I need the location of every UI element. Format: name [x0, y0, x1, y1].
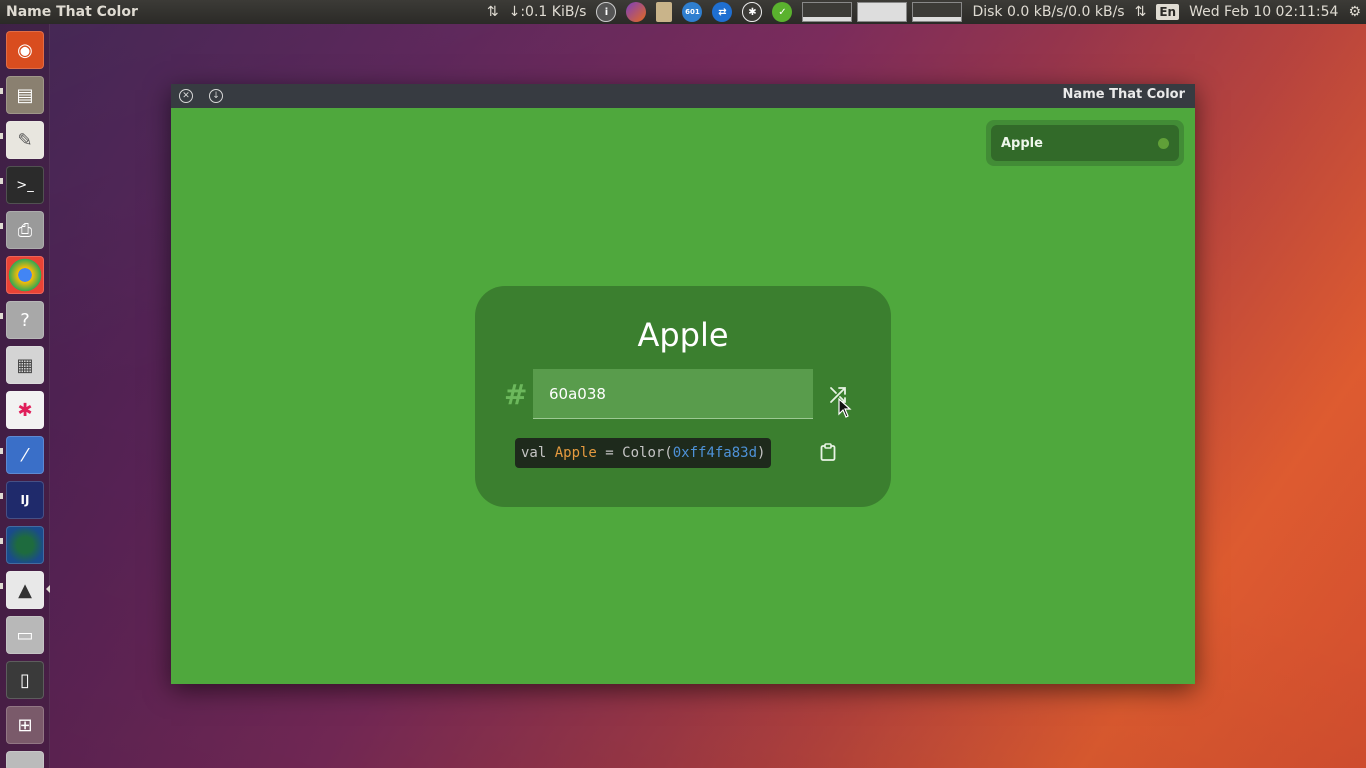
files-icon[interactable]: ▤ — [6, 76, 44, 114]
running-indicator — [0, 493, 3, 499]
inkscape-icon[interactable]: ▲ — [6, 571, 44, 609]
clipboard-copy-icon[interactable] — [817, 441, 839, 463]
hash-icon: # — [504, 378, 528, 411]
chrome-icon[interactable] — [6, 256, 44, 294]
name-that-color-window: ✕ ↓ Name That Color Apple Apple # val Ap… — [171, 84, 1195, 684]
running-indicator — [0, 223, 3, 229]
power-gear-icon[interactable]: ⚙ — [1343, 0, 1366, 24]
workspace-switcher-icon[interactable]: ⊞ — [6, 706, 44, 744]
kotlin-code-snippet: val Apple = Color(0xff4fa83d) — [515, 438, 772, 468]
running-indicator — [0, 88, 3, 94]
disk-graph[interactable] — [907, 0, 967, 24]
slack-tray-icon[interactable]: ✱ — [737, 0, 767, 24]
weather-icon[interactable]: 601 — [677, 0, 707, 24]
teamviewer-icon[interactable]: ⇄ — [707, 0, 737, 24]
mouse-cursor-icon — [838, 398, 852, 418]
transfer-arrows-icon[interactable]: ⇅ — [1130, 0, 1152, 24]
recent-color-label: Apple — [1001, 135, 1043, 151]
code-close-paren: ) — [757, 445, 766, 461]
running-indicator — [0, 313, 3, 319]
calculator-icon[interactable]: ▦ — [6, 346, 44, 384]
printer-icon[interactable]: ⎙ — [6, 211, 44, 249]
net-speed-indicator[interactable]: ↓:0.1 KiB/s — [504, 0, 592, 24]
memory-graph[interactable] — [857, 0, 908, 24]
clipboard-icon[interactable] — [651, 0, 677, 24]
window-titlebar: ✕ ↓ Name That Color — [171, 84, 1195, 108]
code-color-name: Apple — [554, 445, 597, 461]
network-arrows-icon[interactable]: ⇅ — [482, 0, 504, 24]
intellij-idea-icon[interactable]: IJ — [6, 481, 44, 519]
text-editor-icon[interactable]: ✎ — [6, 121, 44, 159]
web-browser-icon[interactable] — [6, 526, 44, 564]
active-app-title: Name That Color — [6, 4, 138, 20]
indicator-area: ⇅ ↓:0.1 KiB/s i 601 ⇄ ✱ ✓ Disk 0.0 kB/s/… — [482, 0, 1366, 24]
android-device-icon[interactable]: ▯ — [6, 661, 44, 699]
terminal-icon[interactable]: >_ — [6, 166, 44, 204]
unity-launcher: ◉ ▤ ✎ >_ ⎙ ? ▦ ✱ ⁄ IJ ▲ ▭ ▯ ⊞ — [0, 24, 50, 768]
hex-input[interactable] — [533, 369, 813, 419]
minimize-icon[interactable]: ↓ — [209, 89, 223, 103]
disk-icon[interactable]: ▭ — [6, 616, 44, 654]
running-indicator — [0, 178, 3, 184]
close-icon[interactable]: ✕ — [179, 89, 193, 103]
trash-icon[interactable] — [6, 751, 44, 768]
ubuntu-dash-icon[interactable]: ◉ — [6, 31, 44, 69]
help-icon[interactable]: ? — [6, 301, 44, 339]
focused-indicator — [46, 585, 50, 593]
recent-color-swatch — [1158, 137, 1169, 149]
window-title: Name That Color — [1062, 87, 1185, 102]
clock[interactable]: Wed Feb 10 02:11:54 — [1184, 0, 1343, 24]
running-indicator — [0, 583, 3, 589]
color-card: Apple # val Apple = Color(0xff4fa83d) — [475, 286, 891, 507]
running-indicator — [0, 448, 3, 454]
color-picker-icon[interactable]: ⁄ — [6, 436, 44, 474]
info-icon[interactable]: i — [591, 0, 621, 24]
running-indicator — [0, 133, 3, 139]
update-check-icon[interactable]: ✓ — [767, 0, 797, 24]
keyboard-layout-indicator[interactable]: En — [1151, 0, 1184, 24]
recent-color-chip[interactable]: Apple — [991, 125, 1179, 161]
slack-icon[interactable]: ✱ — [6, 391, 44, 429]
top-panel: Name That Color ⇅ ↓:0.1 KiB/s i 601 ⇄ ✱ … — [0, 0, 1366, 24]
color-name-heading: Apple — [637, 316, 729, 354]
code-hex-value: 0xff4fa83d — [672, 445, 758, 461]
cpu-graph[interactable] — [797, 0, 857, 24]
running-indicator — [0, 538, 3, 544]
code-keyword: val — [521, 445, 555, 461]
disk-speed-indicator[interactable]: Disk 0.0 kB/s/0.0 kB/s — [967, 0, 1129, 24]
code-operator: = Color( — [596, 445, 673, 461]
firefox-icon[interactable] — [621, 0, 651, 24]
recent-color-chip-container: Apple — [986, 120, 1184, 166]
